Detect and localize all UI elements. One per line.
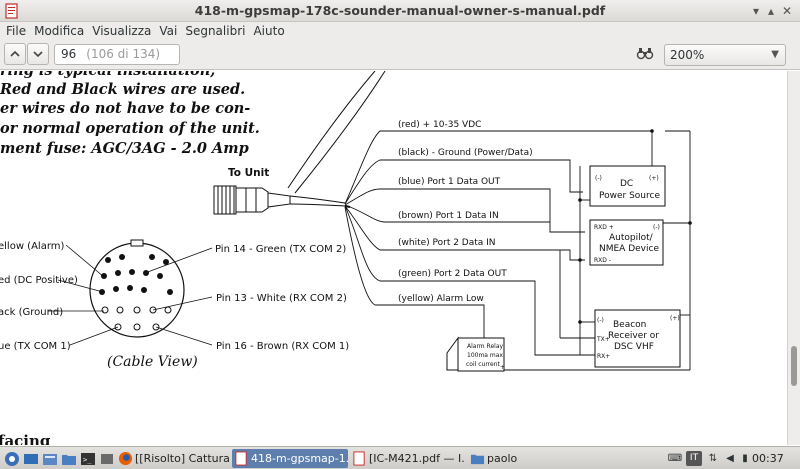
folder-icon[interactable] bbox=[61, 451, 77, 467]
cable-curve-lower bbox=[287, 71, 376, 189]
svg-text:RX+: RX+ bbox=[597, 353, 610, 360]
svg-text:Beacon: Beacon bbox=[613, 320, 646, 330]
page-number-input[interactable]: 96 (106 di 134) bbox=[54, 44, 180, 65]
cable-view-label: (Cable View) bbox=[107, 354, 198, 370]
task-ic-m421[interactable]: [IC-M421.pdf — I... bbox=[350, 449, 465, 468]
title-bar: 418-m-gpsmap-178c-sounder-manual-owner-s… bbox=[0, 0, 800, 22]
svg-text:Power Source: Power Source bbox=[599, 191, 660, 201]
alarm-relay-box: Alarm Relay 100ma max coil current + bbox=[446, 336, 505, 372]
page-number-value: 96 bbox=[61, 47, 77, 61]
previous-page-button[interactable] bbox=[4, 43, 26, 65]
show-desktop-icon[interactable] bbox=[23, 451, 39, 467]
dc-power-source-box: (-) (+) DC Power Source bbox=[589, 165, 666, 207]
workspace-icon[interactable] bbox=[99, 451, 115, 467]
svg-text:(-): (-) bbox=[595, 175, 602, 182]
wire-label-yellow: (yellow) Alarm Low bbox=[398, 294, 484, 304]
battery-icon[interactable]: ▮ bbox=[737, 451, 753, 466]
pin-label-red: ed (DC Positive) bbox=[0, 275, 78, 286]
zoom-value: 200% bbox=[670, 48, 705, 62]
task-home-folder[interactable]: paolo bbox=[468, 449, 568, 468]
svg-text:(-): (-) bbox=[597, 317, 604, 324]
svg-text:DC: DC bbox=[620, 179, 633, 189]
svg-text:+: + bbox=[500, 364, 505, 371]
menu-segnalibri[interactable]: Segnalibri bbox=[181, 22, 249, 40]
chevron-up-icon bbox=[10, 50, 20, 57]
wire-label-white: (white) Port 2 Data IN bbox=[398, 238, 496, 248]
menu-bar: File Modifica Visualizza Vai Segnalibri Aiuto bbox=[0, 22, 800, 40]
wire-label-red: (red) + 10-35 VDC bbox=[398, 120, 481, 130]
toolbar: 96 (106 di 134) 200% ▼ bbox=[0, 40, 800, 70]
clock[interactable]: 00:37 bbox=[752, 450, 784, 467]
wire-label-black: (black) - Ground (Power/Data) bbox=[398, 148, 533, 158]
to-unit-label: To Unit bbox=[228, 167, 269, 179]
menu-visualizza[interactable]: Visualizza bbox=[88, 22, 155, 40]
network-icon[interactable]: ⇅ bbox=[705, 451, 721, 466]
pin-label-yellow: ellow (Alarm) bbox=[0, 241, 65, 252]
window-title: 418-m-gpsmap-178c-sounder-manual-owner-s… bbox=[194, 3, 606, 18]
pin-label-blue: ue (TX COM 1) bbox=[0, 341, 71, 352]
svg-text:(+): (+) bbox=[670, 315, 680, 322]
wiring-diagram: To Unit (red) + 10-35 VDC (black) - Grou… bbox=[0, 71, 692, 445]
page-total-label: (106 di 134) bbox=[86, 47, 161, 61]
zoom-select[interactable]: 200% ▼ bbox=[664, 44, 786, 66]
pin-label-16: Pin 16 - Brown (RX COM 1) bbox=[216, 341, 349, 352]
beacon-receiver-box: (-) (+) Beacon Receiver or DSC VHF TX+ R… bbox=[594, 309, 681, 368]
keyboard-layout-indicator[interactable]: IT bbox=[686, 451, 702, 466]
next-page-button[interactable] bbox=[27, 43, 49, 65]
taskbar: >_ [[Risolto] Cattura ... 418-m-gpsmap-1… bbox=[0, 446, 800, 469]
menu-vai[interactable]: Vai bbox=[155, 22, 181, 40]
chevron-down-icon bbox=[33, 51, 43, 58]
wire-label-brown: (brown) Port 1 Data IN bbox=[398, 211, 499, 221]
svg-text:coil current: coil current bbox=[466, 361, 501, 368]
svg-text:(-): (-) bbox=[653, 224, 660, 231]
menu-aiuto[interactable]: Aiuto bbox=[249, 22, 288, 40]
scrollbar-thumb[interactable] bbox=[791, 346, 797, 386]
task-document-viewer[interactable]: 418-m-gpsmap-1... bbox=[232, 449, 348, 468]
vertical-scrollbar[interactable] bbox=[787, 71, 800, 445]
svg-text:(+): (+) bbox=[649, 175, 659, 182]
chevron-down-icon: ▼ bbox=[771, 49, 779, 60]
svg-text:100ma max: 100ma max bbox=[467, 352, 503, 359]
pin-label-14: Pin 14 - Green (TX COM 2) bbox=[215, 244, 346, 255]
firefox-icon bbox=[118, 451, 133, 466]
svg-text:DSC VHF: DSC VHF bbox=[614, 342, 654, 352]
cable-view-connector bbox=[48, 239, 213, 346]
svg-text:RXD -: RXD - bbox=[594, 257, 611, 264]
terminal-icon[interactable]: >_ bbox=[80, 451, 96, 467]
wire-label-green: (green) Port 2 Data OUT bbox=[398, 269, 507, 279]
document-viewer-icon bbox=[353, 451, 365, 466]
svg-text:NMEA Device: NMEA Device bbox=[599, 244, 659, 254]
svg-text:Receiver or: Receiver or bbox=[608, 331, 659, 341]
cable-curve-upper bbox=[294, 71, 386, 194]
file-manager-icon[interactable] bbox=[42, 451, 58, 467]
wire-label-blue: (blue) Port 1 Data OUT bbox=[398, 177, 501, 187]
menu-modifica[interactable]: Modifica bbox=[30, 22, 88, 40]
svg-text:Autopilot/: Autopilot/ bbox=[609, 233, 654, 243]
pin-label-black: ack (Ground) bbox=[0, 307, 63, 318]
document-page[interactable]: ring is typical installation, Red and Bl… bbox=[0, 71, 787, 445]
volume-icon[interactable]: ◀ bbox=[722, 451, 738, 466]
svg-text:>_: >_ bbox=[83, 456, 92, 464]
binoculars-icon[interactable] bbox=[634, 43, 656, 65]
folder-icon bbox=[470, 454, 485, 465]
section-heading-partial: facing bbox=[0, 432, 51, 445]
unit-connector bbox=[213, 185, 346, 215]
document-viewer-icon bbox=[235, 451, 247, 466]
task-firefox[interactable]: [[Risolto] Cattura ... bbox=[116, 449, 229, 468]
svg-text:Alarm Relay: Alarm Relay bbox=[467, 343, 503, 350]
svg-text:RXD +: RXD + bbox=[594, 224, 614, 231]
start-menu-icon[interactable] bbox=[4, 451, 20, 467]
menu-file[interactable]: File bbox=[0, 22, 30, 40]
pin-label-13: Pin 13 - White (RX COM 2) bbox=[216, 293, 347, 304]
close-icon[interactable]: ✕ bbox=[778, 2, 796, 20]
autopilot-nmea-box: RXD + (-) Autopilot/ NMEA Device RXD - bbox=[589, 219, 664, 266]
svg-text:TX+: TX+ bbox=[596, 336, 610, 343]
keyboard-icon[interactable]: ⌨ bbox=[667, 451, 683, 466]
